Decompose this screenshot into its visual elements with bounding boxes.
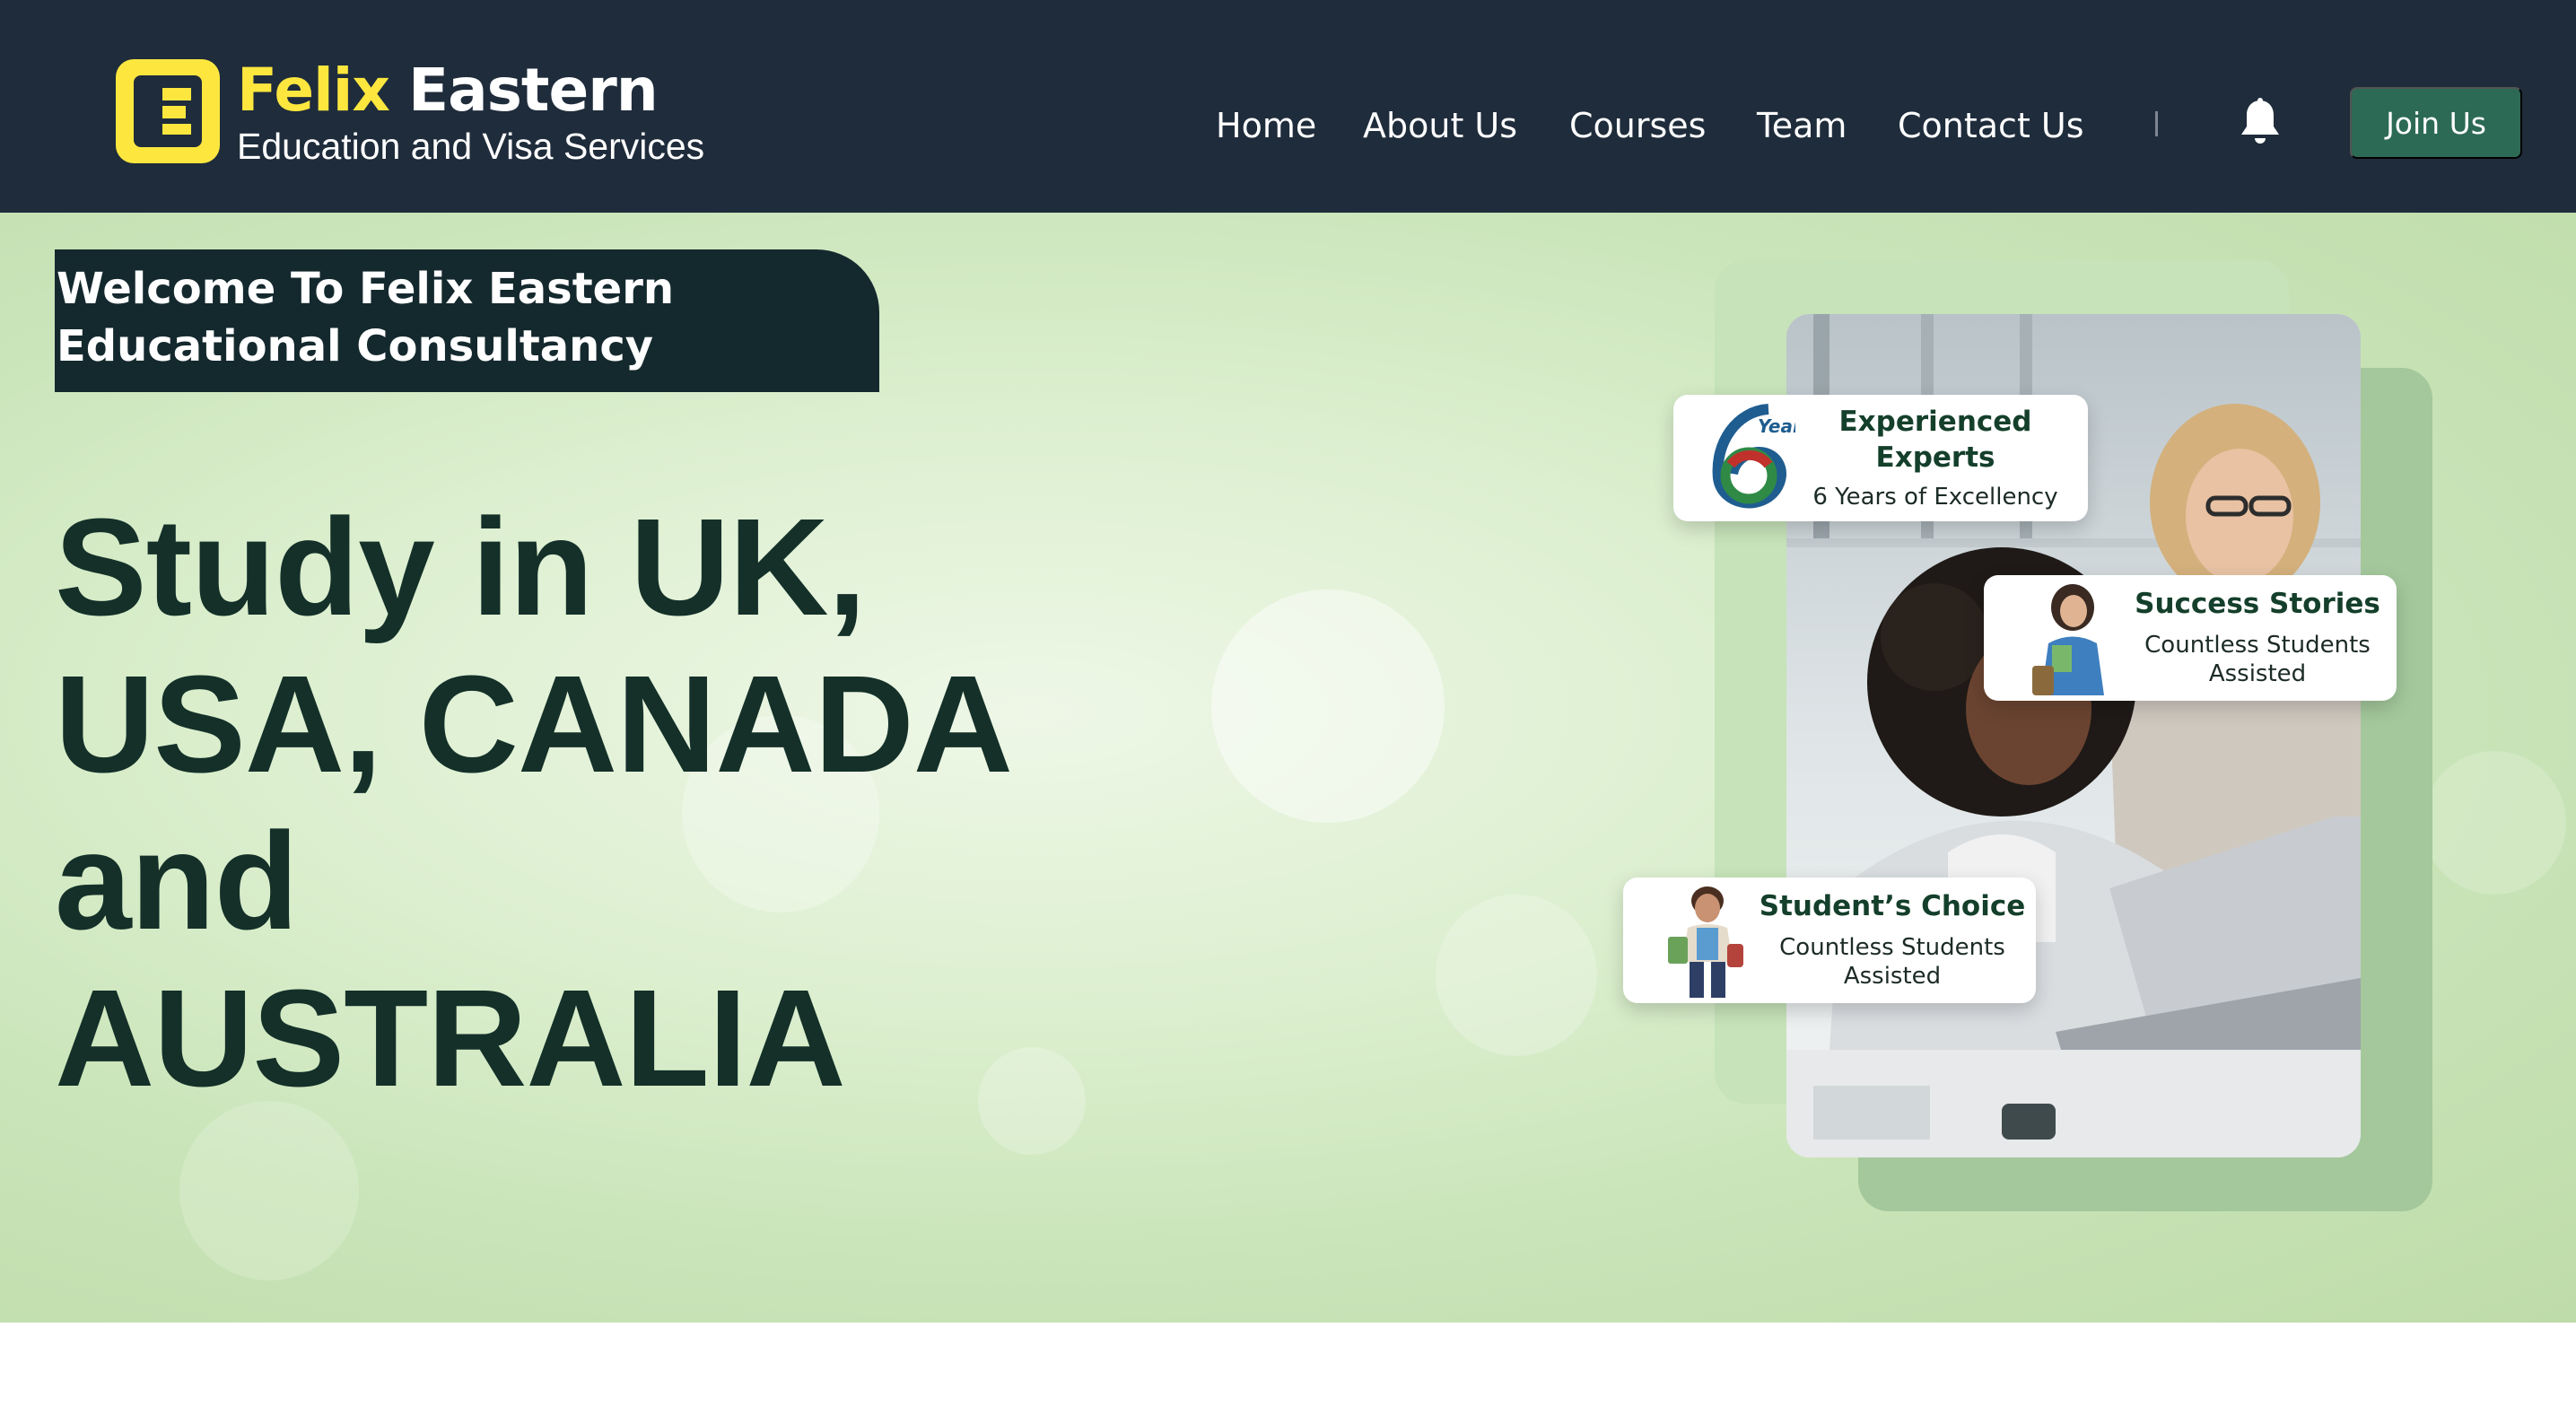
- logo-icon[interactable]: [116, 59, 220, 163]
- students-choice-card: Student’s Choice Countless Students Assi…: [1623, 878, 2036, 1003]
- success-card-title: Success Stories: [2135, 588, 2380, 620]
- experience-card: Year Experienced Experts 6 Years of Exce…: [1673, 395, 2088, 521]
- nav-team[interactable]: Team: [1757, 106, 1847, 145]
- hero-headline: Study in UK, USA, CANADA and AUSTRALIA: [55, 489, 1221, 1117]
- success-card-text: Countless Students Assisted: [2144, 632, 2371, 687]
- headline-line: USA, CANADA: [55, 647, 1013, 801]
- bokeh-light: [2423, 751, 2566, 895]
- six-year-badge-icon: Year: [1712, 404, 1795, 509]
- badge-year-text: Year: [1758, 415, 1795, 437]
- nav-contact-us[interactable]: Contact Us: [1898, 106, 2084, 145]
- choice-card-title: Student’s Choice: [1759, 890, 2026, 922]
- experience-card-title: Experienced Experts: [1838, 406, 2032, 474]
- site-header: Felix Eastern Education and Visa Service…: [0, 0, 2576, 213]
- bell-icon[interactable]: [2238, 97, 2283, 147]
- brand-name-felix[interactable]: Felix: [237, 56, 390, 125]
- brand-tagline: Education and Visa Services: [237, 126, 705, 167]
- nav-divider: [2155, 111, 2158, 136]
- headline-line: and: [55, 804, 299, 958]
- bokeh-light: [1436, 895, 1597, 1056]
- bokeh-light: [1211, 589, 1445, 823]
- choice-card-text: Countless Students Assisted: [1779, 934, 2005, 990]
- student-boy-avatar: [1668, 886, 1743, 998]
- logo-f-letter: [134, 75, 202, 147]
- headline-line: Study in UK,: [55, 490, 866, 644]
- nav-about-us[interactable]: About Us: [1363, 106, 1517, 145]
- nav-courses[interactable]: Courses: [1569, 106, 1706, 145]
- headline-line: AUSTRALIA: [55, 961, 846, 1115]
- bokeh-light: [179, 1101, 359, 1280]
- success-stories-card: Success Stories Countless Students Assis…: [1984, 575, 2397, 701]
- student-woman-avatar: [2032, 584, 2104, 695]
- experience-card-text: 6 Years of Excellency: [1812, 484, 2058, 511]
- join-us-button[interactable]: Join Us: [2350, 87, 2522, 159]
- nav-home[interactable]: Home: [1216, 106, 1316, 145]
- brand-name-eastern[interactable]: Eastern: [408, 56, 659, 125]
- welcome-banner: Welcome To Felix Eastern Educational Con…: [55, 249, 879, 392]
